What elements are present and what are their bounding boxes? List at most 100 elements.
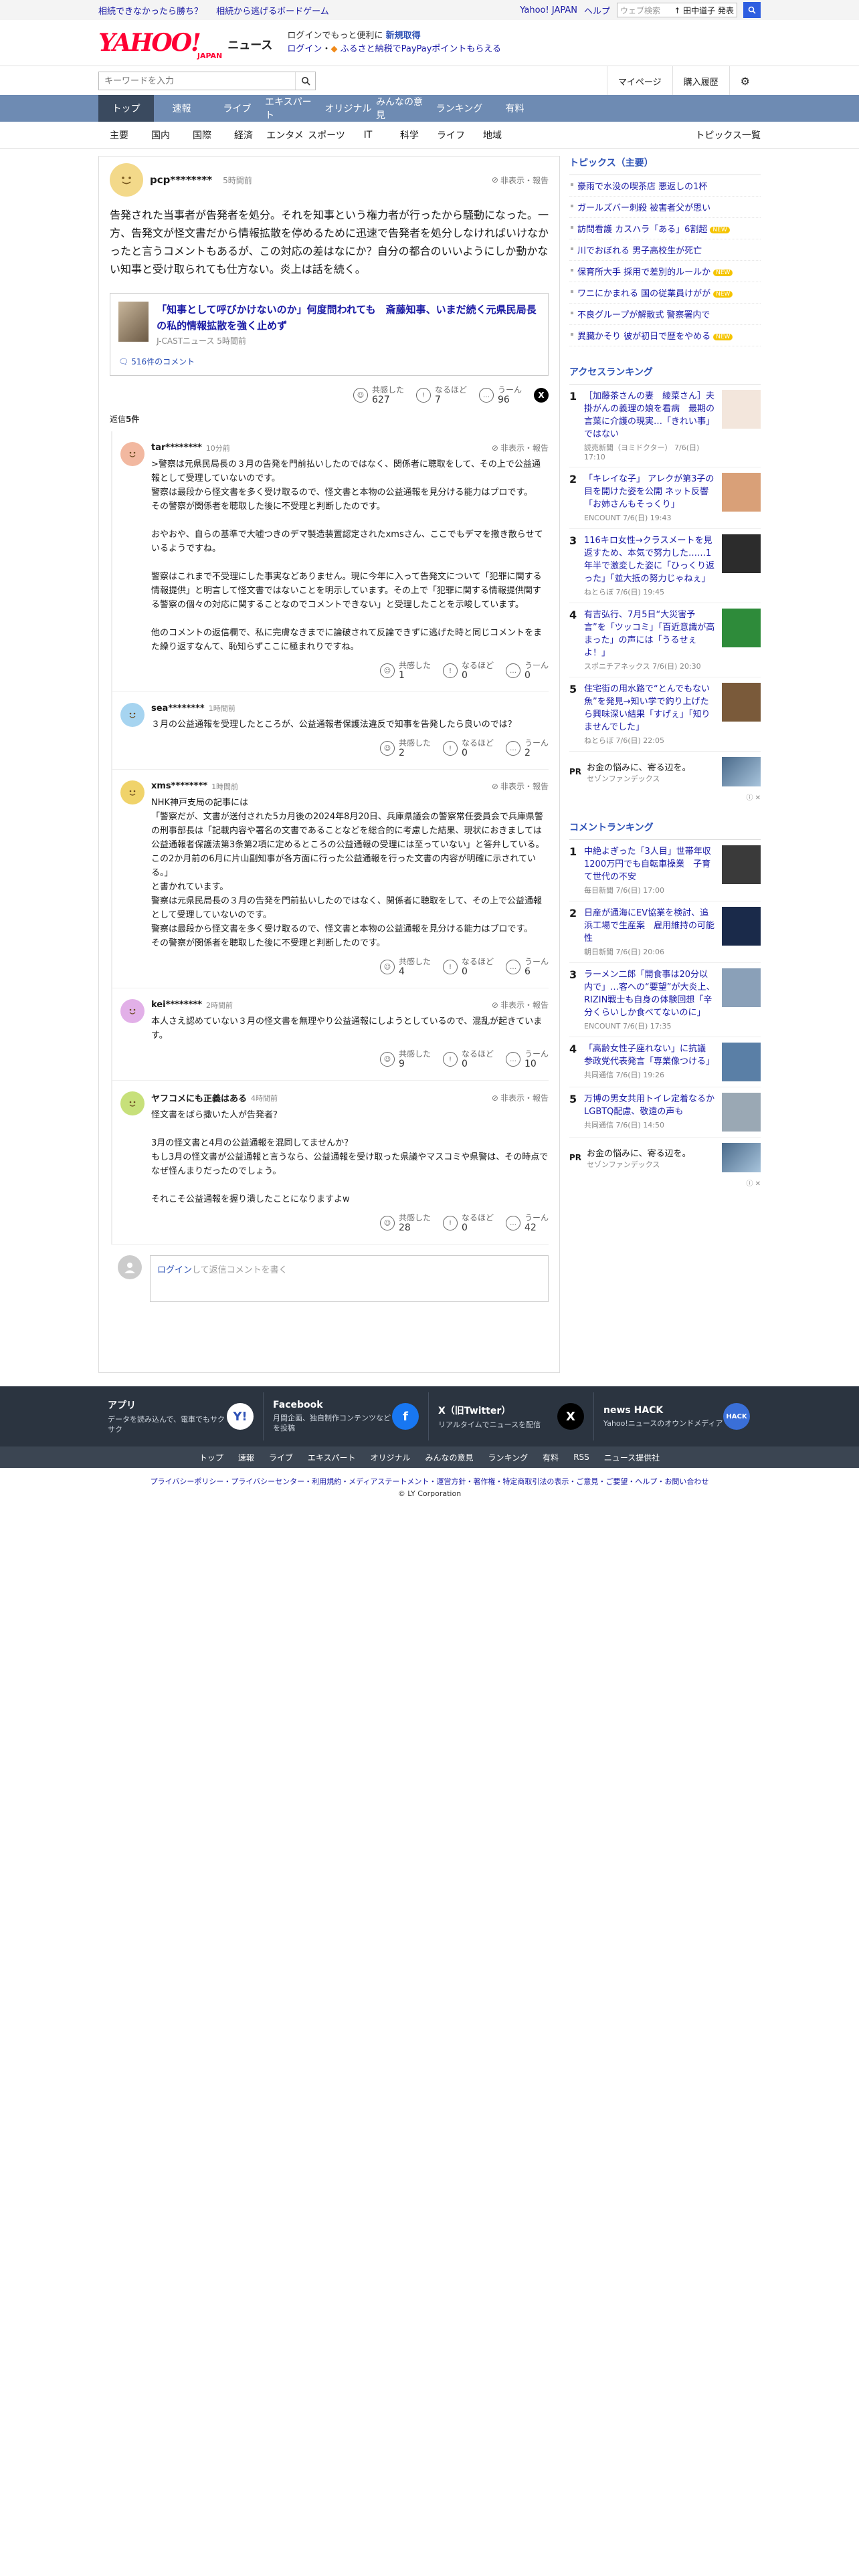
reply-login-link[interactable]: ログイン	[157, 1265, 192, 1275]
ranking-item[interactable]: 4 「高齢女性子座れない」に抗議 参政党代表発言「専業像つける」 共同通信 7/6(…	[569, 1037, 761, 1087]
cat-international[interactable]: 国際	[181, 128, 223, 142]
footer-nav-item[interactable]: 有料	[543, 1452, 559, 1463]
hide-report-button[interactable]: ⊘ 非表示・報告	[492, 1092, 549, 1103]
empathy-button[interactable]: ☺ 共感した 28	[379, 1213, 431, 1233]
insight-button[interactable]: ! なるほど 7	[415, 385, 467, 405]
article-title[interactable]: 「知事として呼びかけないのか」何度問われても 斎藤知事、いまだ続く元県民局長の私…	[157, 302, 540, 334]
hmm-button[interactable]: … うーん 10	[505, 1049, 549, 1069]
footer-nav-item[interactable]: 速報	[238, 1452, 254, 1463]
footer-nav-item[interactable]: トップ	[199, 1452, 223, 1463]
footer-nav-item[interactable]: みんなの意見	[425, 1452, 474, 1463]
related-article-card[interactable]: 「知事として呼びかけないのか」何度問われても 斎藤知事、いまだ続く元県民局長の私…	[110, 293, 549, 376]
news-search-button[interactable]	[295, 72, 315, 90]
insight-button[interactable]: ! なるほど 0	[442, 1049, 494, 1069]
footer-nav-item[interactable]: ライブ	[269, 1452, 293, 1463]
empathy-button[interactable]: ☺ 共感した 1	[379, 661, 431, 681]
empathy-button[interactable]: ☺ 共感した 4	[379, 957, 431, 977]
footer-facebook-card[interactable]: Facebook 月間企画、独自制作コンテンツなどを投稿 f	[264, 1392, 429, 1440]
hmm-button[interactable]: … うーん 6	[505, 957, 549, 977]
cat-life[interactable]: ライフ	[430, 128, 472, 142]
top-promo-link-2[interactable]: 相続から逃げるボードゲーム	[216, 7, 329, 17]
cat-sports[interactable]: スポーツ	[306, 128, 347, 142]
comment-username[interactable]: pcp********	[150, 174, 212, 186]
reply-username[interactable]: kei********	[151, 1000, 202, 1010]
gnav-ranking[interactable]: ランキング	[432, 95, 487, 122]
hide-report-button[interactable]: ⊘ 非表示・報告	[492, 780, 549, 792]
footer-nav-item[interactable]: RSS	[573, 1453, 589, 1462]
cat-economy[interactable]: 経済	[223, 128, 264, 142]
topic-item[interactable]: 豪雨で水没の喫茶店 悪返しの1杯	[569, 175, 761, 197]
hide-report-button[interactable]: ⊘ 非表示・報告	[492, 442, 549, 453]
footer-x-card[interactable]: X（旧Twitter） リアルタイムでニュースを配信 X	[429, 1392, 594, 1440]
x-share-button[interactable]: X	[534, 388, 549, 403]
reply-input[interactable]: ログインして返信コメントを書く	[150, 1255, 549, 1302]
cat-science[interactable]: 科学	[389, 128, 430, 142]
insight-button[interactable]: ! なるほど 0	[442, 738, 494, 758]
ranking-item[interactable]: 4 有吉弘行、7月5日“大災害予言”を「ツッコミ」「百近意識が高まった」の声には「…	[569, 603, 761, 677]
insight-button[interactable]: ! なるほど 0	[442, 1213, 494, 1233]
hide-report-button[interactable]: ⊘ 非表示・報告	[492, 175, 549, 186]
settings-button[interactable]: ⚙	[729, 66, 761, 96]
yahoo-japan-link[interactable]: Yahoo! JAPAN	[520, 5, 577, 15]
footer-newshack-card[interactable]: news HACK Yahoo!ニュースのオウンドメディア HACK	[594, 1392, 759, 1440]
topic-item[interactable]: 不良グループが解散式 警察署内で	[569, 304, 761, 325]
ranking-item[interactable]: 2 「キレイな子」 アレクが第3子の目を開けた姿を公開 ネット反響「お姉さんもそっ…	[569, 467, 761, 529]
cat-local[interactable]: 地域	[472, 128, 513, 142]
gnav-top[interactable]: トップ	[98, 95, 154, 122]
hmm-button[interactable]: … うーん 42	[505, 1213, 549, 1233]
web-search-button[interactable]	[743, 2, 761, 18]
signup-link[interactable]: 新規取得	[386, 31, 421, 41]
topic-item[interactable]: ガールズバー刺殺 被害者父が思い	[569, 197, 761, 218]
cat-domestic[interactable]: 国内	[140, 128, 181, 142]
gnav-live[interactable]: ライブ	[209, 95, 265, 122]
legal-links[interactable]: プライバシーポリシー・プライバシーセンター・利用規約・メディアステートメント・運…	[0, 1476, 859, 1487]
topic-item[interactable]: 保育所大手 採用で差別的ルールか NEW	[569, 261, 761, 282]
topic-item[interactable]: 異臓かそり 彼が初日で歴をやめる NEW	[569, 325, 761, 346]
ranking-item[interactable]: 5 住宅街の用水路で“とんでもない魚”を発見→知い学で釣り上げたら興味深い結果「す…	[569, 677, 761, 752]
topics-list-link[interactable]: トピックス一覧	[695, 128, 761, 142]
hmm-button[interactable]: … うーん 2	[505, 738, 549, 758]
trending-keyword[interactable]: ↑ 田中道子 発表	[674, 5, 737, 16]
ranking-item[interactable]: 2 日産が通海にEV協業を検討、追浜工場で生産案 雇用維持の可能性 朝日新聞 7/6…	[569, 901, 761, 963]
empathy-button[interactable]: ☺ 共感した 627	[353, 385, 404, 405]
web-search-input[interactable]: ウェブ検索 ↑ 田中道子 発表	[617, 3, 737, 17]
pr-ad[interactable]: PR お金の悩みに、寄る辺を。 セゾンファンデックス	[569, 1138, 761, 1178]
hmm-button[interactable]: … うーん 96	[478, 385, 522, 405]
footer-nav-item[interactable]: ランキング	[488, 1452, 529, 1463]
ranking-item[interactable]: 3 116キロ女性→クラスメートを見返すため、本気で努力した……1年半で激変した姿…	[569, 529, 761, 603]
ad-info-icon[interactable]: ⓘ ✕	[569, 792, 761, 802]
ad-info-icon[interactable]: ⓘ ✕	[569, 1178, 761, 1188]
furusato-link[interactable]: ふるさと納税でPayPayポイントもらえる	[341, 44, 501, 54]
login-link[interactable]: ログイン	[287, 44, 322, 54]
reply-username[interactable]: tar********	[151, 443, 202, 453]
empathy-button[interactable]: ☺ 共感した 2	[379, 738, 431, 758]
footer-nav-item[interactable]: エキスパート	[308, 1452, 356, 1463]
cat-entertainment[interactable]: エンタメ	[264, 128, 306, 142]
news-search-input[interactable]	[99, 72, 295, 90]
ranking-item[interactable]: 3 ラーメン二郎「開食事は20分以内で」…客への“要望”が大炎上、RIZIN戦士も…	[569, 963, 761, 1037]
cat-main[interactable]: 主要	[98, 128, 140, 142]
help-link[interactable]: ヘルプ	[584, 4, 610, 17]
reply-username[interactable]: ヤフコメにも正義はある	[151, 1091, 247, 1104]
hmm-button[interactable]: … うーん 0	[505, 661, 549, 681]
purchase-history-link[interactable]: 購入履歴	[672, 66, 729, 96]
topic-item[interactable]: 川でおぼれる 男子高校生が死亡	[569, 239, 761, 261]
ranking-item[interactable]: 1 中絶よぎった「3人目」世帯年収1200万円でも自転車操業 子育て世代の不安 毎日…	[569, 840, 761, 901]
topic-item[interactable]: ワニにかまれる 国の従業員けがが NEW	[569, 282, 761, 304]
footer-nav-item[interactable]: ニュース提供社	[604, 1452, 660, 1463]
insight-button[interactable]: ! なるほど 0	[442, 661, 494, 681]
gnav-original[interactable]: オリジナル	[320, 95, 376, 122]
pr-ad[interactable]: PR お金の悩みに、寄る辺を。 セゾンファンデックス	[569, 752, 761, 792]
ranking-item[interactable]: 1 ［加藤茶さんの妻 綾菜さん］夫掛がんの義理の娘を看病 最期の言葉に介護の現実……	[569, 385, 761, 467]
hide-report-button[interactable]: ⊘ 非表示・報告	[492, 999, 549, 1010]
empathy-button[interactable]: ☺ 共感した 9	[379, 1049, 431, 1069]
ranking-item[interactable]: 5 万博の男女共用トイレ定着なるかLGBTQ配慮、敬遠の声も 共同通信 7/6(日)…	[569, 1087, 761, 1138]
reply-username[interactable]: xms********	[151, 781, 207, 791]
reply-username[interactable]: sea********	[151, 704, 205, 714]
cat-it[interactable]: IT	[347, 130, 389, 140]
gnav-breaking[interactable]: 速報	[154, 95, 209, 122]
gnav-opinions[interactable]: みんなの意見	[376, 95, 432, 122]
gnav-paid[interactable]: 有料	[487, 95, 543, 122]
gnav-expert[interactable]: エキスパート	[265, 95, 320, 122]
yahoo-news-logo[interactable]: YAHOO! JAPAN ニュース	[98, 31, 272, 60]
